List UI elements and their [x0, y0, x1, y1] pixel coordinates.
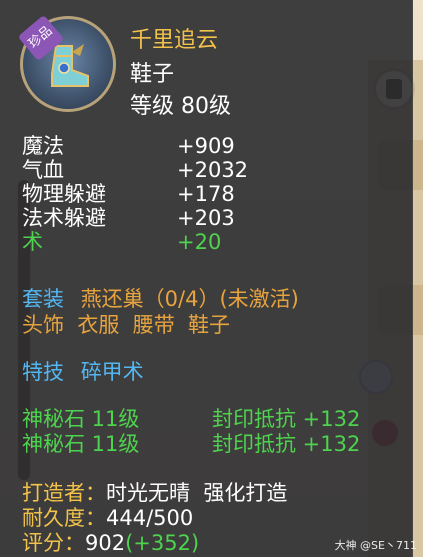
- stat-value: +20: [177, 230, 222, 254]
- item-level: 等级 80级: [130, 94, 231, 119]
- stat-row: 法术躲避 +203: [22, 206, 235, 230]
- stat-row: 物理躲避 +178: [22, 182, 235, 206]
- stat-value: +203: [177, 206, 235, 230]
- stat-label: 魔法: [22, 134, 64, 158]
- stat-label: 法术躲避: [22, 206, 106, 230]
- watermark: 大神 @SE丶711: [334, 539, 417, 552]
- skill-label: 特技: [22, 360, 64, 384]
- stat-row: 术 +20: [22, 230, 221, 254]
- score-value: 902: [85, 531, 126, 555]
- skill-name: 碎甲术: [80, 360, 144, 384]
- set-pieces: 头饰 衣服 腰带 鞋子: [22, 313, 231, 337]
- stat-label: 物理躲避: [22, 182, 106, 206]
- item-tooltip: 珍品 千里追云 鞋子 等级 80级 魔法 +909 气血 +2032 物理躲避 …: [0, 0, 413, 557]
- score-row: 评分：902(+352): [22, 527, 199, 557]
- item-name: 千里追云: [130, 28, 219, 53]
- stat-value: +178: [177, 182, 235, 206]
- stat-label: 气血: [22, 158, 64, 182]
- stat-row: 魔法 +909: [22, 134, 235, 158]
- gem-name: 神秘石 11级: [22, 432, 140, 456]
- item-icon: 珍品: [17, 14, 116, 112]
- score-bonus: (+352): [125, 531, 200, 555]
- stat-value: +909: [177, 134, 235, 158]
- item-type: 鞋子: [130, 62, 175, 87]
- stat-row: 气血 +2032: [22, 158, 248, 182]
- set-label: 套装: [22, 287, 64, 311]
- stat-value: +2032: [177, 158, 249, 182]
- score-label: 评分：: [22, 531, 85, 555]
- stat-label: 术: [22, 230, 43, 254]
- gem-effect: 封印抵抗 +132: [212, 432, 361, 456]
- gem-row: 神秘石 11级 封印抵抗 +132: [22, 428, 360, 458]
- special-skill: 特技 碎甲术: [22, 356, 144, 386]
- set-name: 燕还巢（0/4）(未激活): [80, 287, 299, 311]
